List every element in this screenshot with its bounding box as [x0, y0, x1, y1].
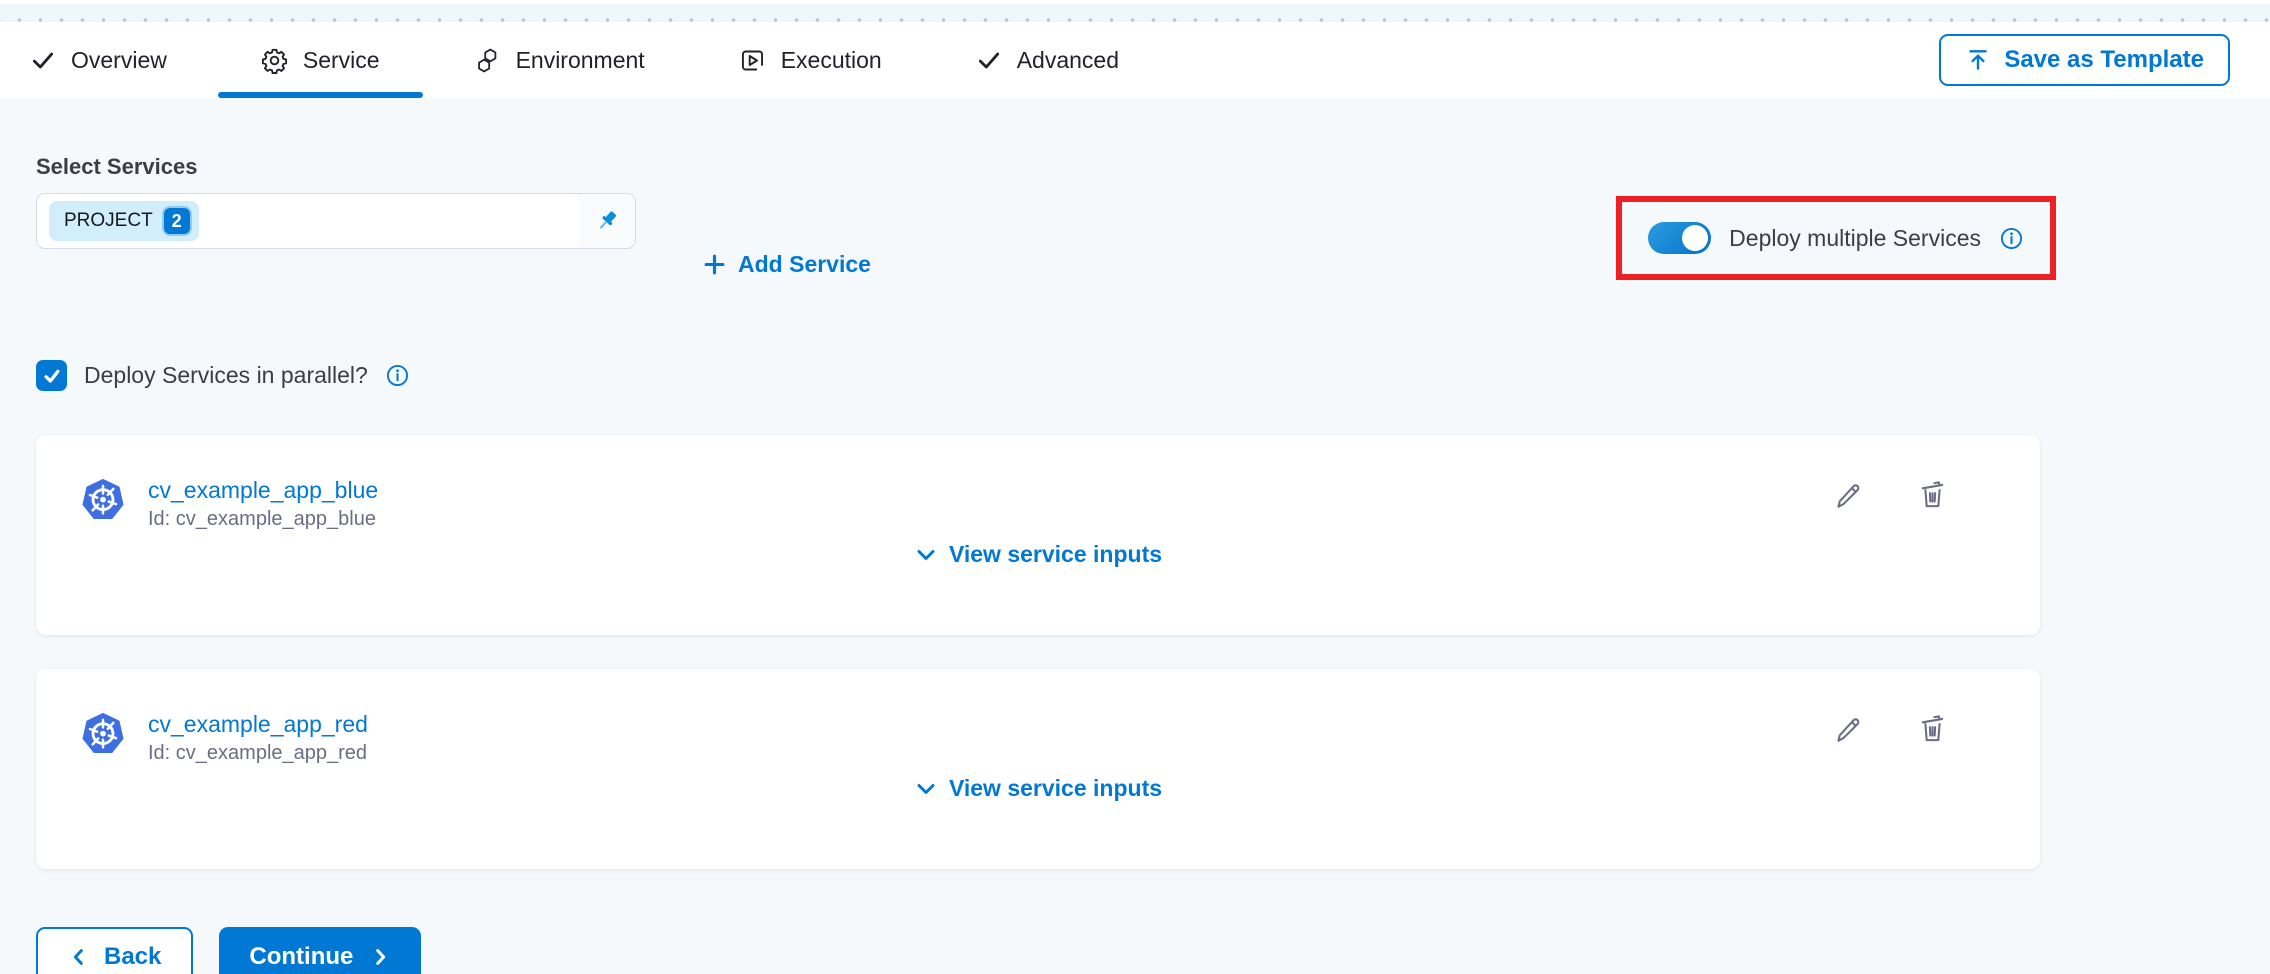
service-card-blue: cv_example_app_blue Id: cv_example_app_b… — [36, 435, 2040, 635]
edit-service-button[interactable] — [1832, 479, 1863, 510]
view-service-inputs-link[interactable]: View service inputs — [36, 541, 2040, 568]
continue-label: Continue — [249, 943, 353, 971]
pipeline-canvas-dot-strip — [0, 0, 2270, 22]
service-head: cv_example_app_red Id: cv_example_app_re… — [80, 711, 1996, 765]
service-tab-panel: Select Services PROJECT 2 — [0, 98, 2270, 974]
tab-label: Advanced — [1017, 47, 1119, 74]
chevron-right-icon — [369, 946, 391, 968]
select-services-label: Select Services — [36, 154, 2234, 180]
trash-icon — [1917, 713, 1948, 744]
kubernetes-icon — [80, 477, 126, 523]
service-id: Id: cv_example_app_blue — [148, 508, 378, 531]
deploy-multiple-annotation-box: Deploy multiple Services — [1616, 196, 2056, 280]
back-button[interactable]: Back — [36, 927, 193, 974]
tab-service[interactable]: Service — [214, 22, 427, 98]
pencil-icon — [1832, 713, 1863, 744]
tab-label: Environment — [516, 47, 645, 74]
service-name-link[interactable]: cv_example_app_blue — [148, 477, 378, 504]
check-icon — [30, 47, 56, 73]
pin-icon — [593, 207, 621, 235]
tab-environment[interactable]: Environment — [427, 22, 692, 98]
chevron-down-icon — [914, 543, 938, 567]
services-multiselect-input[interactable]: PROJECT 2 — [36, 193, 636, 249]
service-texts: cv_example_app_red Id: cv_example_app_re… — [148, 711, 368, 765]
wizard-footer: Back Continue — [36, 927, 2234, 974]
delete-service-button[interactable] — [1917, 479, 1948, 510]
chips-area[interactable]: PROJECT 2 — [37, 194, 579, 248]
toggle-knob — [1682, 225, 1708, 251]
edit-service-button[interactable] — [1832, 713, 1863, 744]
back-label: Back — [104, 943, 161, 971]
save-as-template-button[interactable]: Save as Template — [1939, 34, 2230, 86]
continue-button[interactable]: Continue — [219, 927, 421, 974]
chip-count-badge: 2 — [162, 206, 192, 236]
parallel-checkbox-label: Deploy Services in parallel? — [84, 362, 368, 389]
info-icon[interactable] — [385, 363, 410, 388]
service-texts: cv_example_app_blue Id: cv_example_app_b… — [148, 477, 378, 531]
tab-label: Overview — [71, 47, 167, 74]
hexagons-icon — [474, 47, 501, 74]
service-name-link[interactable]: cv_example_app_red — [148, 711, 368, 738]
tab-overview[interactable]: Overview — [30, 22, 214, 98]
play-square-icon — [739, 47, 766, 74]
gear-icon — [261, 47, 288, 74]
view-service-inputs-label: View service inputs — [949, 541, 1162, 568]
chip-text: PROJECT — [64, 210, 153, 232]
chevron-left-icon — [68, 946, 90, 968]
pencil-icon — [1832, 479, 1863, 510]
info-icon[interactable] — [1999, 226, 2024, 251]
tab-advanced[interactable]: Advanced — [929, 22, 1166, 98]
add-service-button[interactable]: Add Service — [702, 251, 871, 278]
project-scope-chip[interactable]: PROJECT 2 — [49, 201, 199, 241]
view-service-inputs-link[interactable]: View service inputs — [36, 775, 2040, 802]
service-id: Id: cv_example_app_red — [148, 742, 368, 765]
tab-label: Service — [303, 47, 380, 74]
check-icon — [976, 47, 1002, 73]
chevron-down-icon — [914, 777, 938, 801]
view-service-inputs-label: View service inputs — [949, 775, 1162, 802]
parallel-checkbox[interactable] — [36, 360, 67, 391]
deploy-multiple-label: Deploy multiple Services — [1729, 225, 1981, 252]
delete-service-button[interactable] — [1917, 713, 1948, 744]
pin-button[interactable] — [579, 194, 635, 248]
parallel-checkbox-row: Deploy Services in parallel? — [36, 360, 2234, 391]
service-head: cv_example_app_blue Id: cv_example_app_b… — [80, 477, 1996, 531]
tab-label: Execution — [781, 47, 882, 74]
deploy-multiple-toggle[interactable] — [1648, 222, 1711, 254]
stage-tabbar: Overview Service Environment Execution A… — [0, 22, 2270, 98]
kubernetes-icon — [80, 711, 126, 757]
tab-execution[interactable]: Execution — [692, 22, 929, 98]
card-actions — [1832, 479, 1948, 510]
card-actions — [1832, 713, 1948, 744]
check-icon — [42, 366, 62, 386]
upload-icon — [1965, 47, 1991, 73]
service-card-red: cv_example_app_red Id: cv_example_app_re… — [36, 669, 2040, 869]
save-as-template-label: Save as Template — [2004, 46, 2204, 74]
trash-icon — [1917, 479, 1948, 510]
add-service-label: Add Service — [738, 251, 871, 278]
plus-icon — [702, 252, 727, 277]
